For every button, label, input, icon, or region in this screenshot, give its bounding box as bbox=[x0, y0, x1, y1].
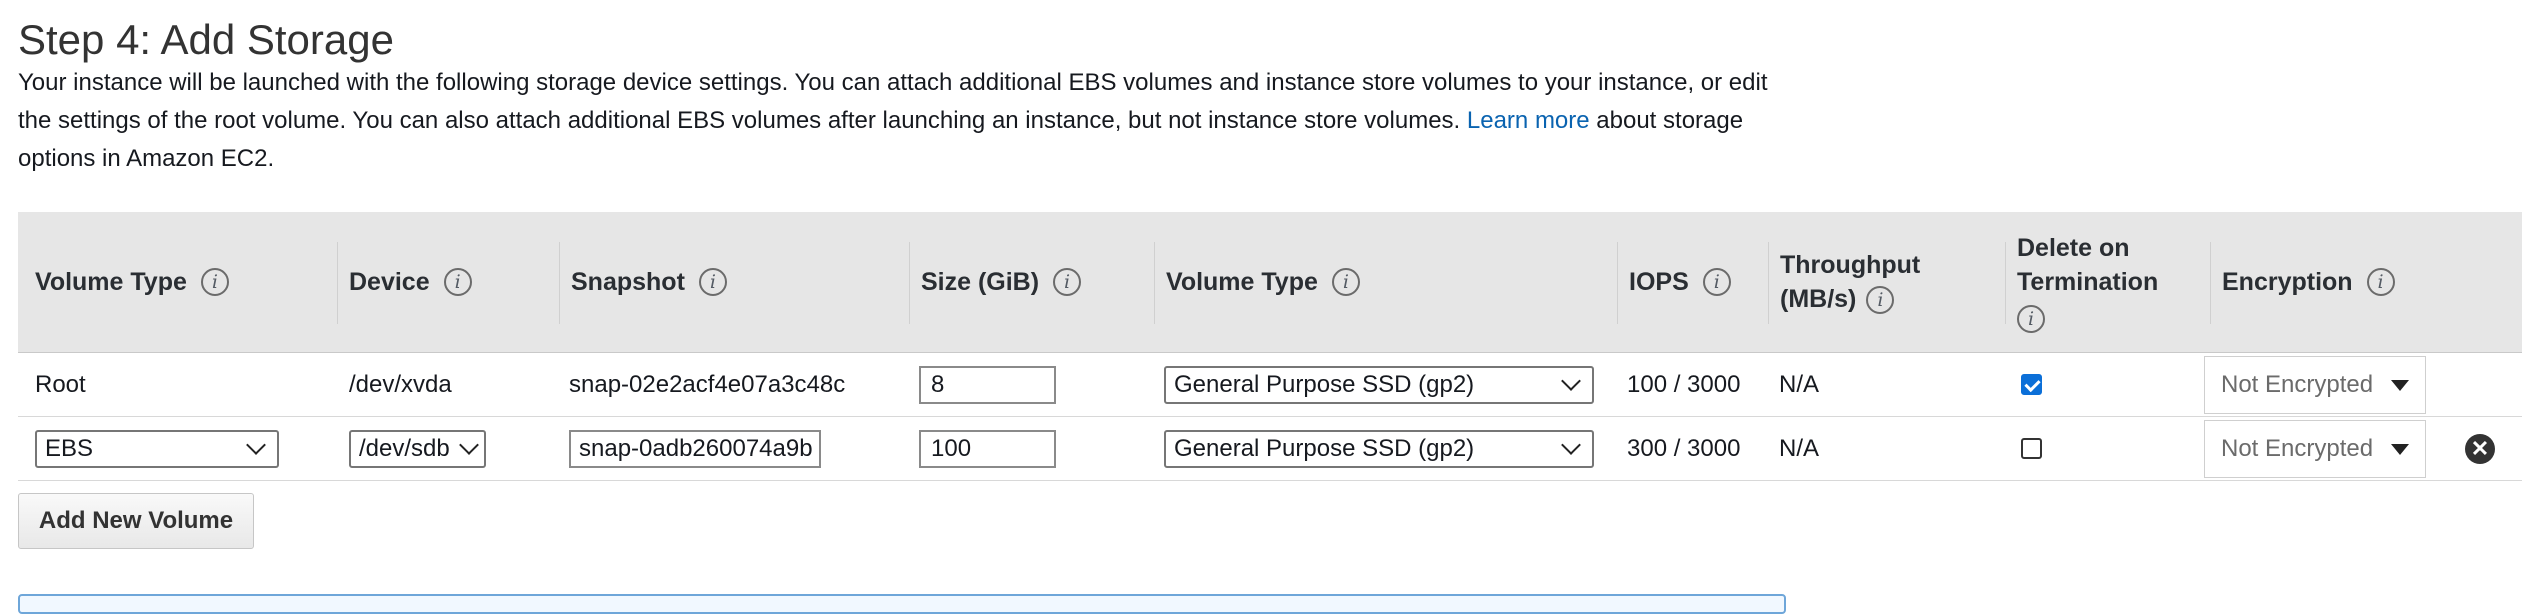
header-label: IOPS bbox=[1629, 268, 1689, 296]
chevron-down-icon bbox=[246, 434, 266, 455]
table-row: Root /dev/xvda snap-02e2acf4e07a3c48c 8 … bbox=[18, 353, 2522, 417]
page-description: Your instance will be launched with the … bbox=[18, 64, 1778, 178]
header-volume-type: Volume Type i bbox=[35, 212, 229, 352]
volume-type-text: Root bbox=[35, 370, 86, 398]
iops-text: 300 / 3000 bbox=[1627, 434, 1741, 462]
snapshot-text: snap-02e2acf4e07a3c48c bbox=[569, 370, 846, 398]
header-throughput: Throughput (MB/s) i bbox=[1768, 212, 1950, 352]
info-icon[interactable]: i bbox=[1053, 268, 1082, 296]
caret-down-icon bbox=[2391, 443, 2409, 455]
info-icon[interactable]: i bbox=[698, 268, 727, 296]
page-title: Step 4: Add Storage bbox=[18, 16, 394, 63]
header-iops: IOPS i bbox=[1617, 212, 1731, 352]
info-icon[interactable]: i bbox=[443, 268, 472, 296]
header-label: Encryption bbox=[2222, 268, 2353, 296]
select-value: EBS bbox=[45, 434, 94, 462]
table-header: Volume Type i Device i Snapshot i Size (… bbox=[18, 212, 2522, 353]
info-icon[interactable]: i bbox=[1331, 268, 1360, 296]
info-icon[interactable]: i bbox=[2017, 305, 2045, 334]
device-text: /dev/xvda bbox=[349, 370, 452, 398]
header-label: Snapshot bbox=[571, 268, 685, 296]
storage-table: Volume Type i Device i Snapshot i Size (… bbox=[18, 212, 2522, 481]
volume-type-select[interactable]: EBS bbox=[35, 429, 279, 468]
header-label-wrap: Throughput (MB/s) i bbox=[1780, 248, 1950, 316]
learn-more-link[interactable]: Learn more bbox=[1467, 107, 1590, 134]
iops-text: 100 / 3000 bbox=[1627, 370, 1741, 398]
header-delete-on-termination: Delete on Termination i bbox=[2005, 212, 2172, 352]
chevron-down-icon bbox=[1561, 434, 1581, 455]
encryption-select[interactable]: Not Encrypted bbox=[2204, 355, 2426, 414]
header-snapshot: Snapshot i bbox=[559, 212, 727, 352]
chevron-down-icon bbox=[1561, 370, 1581, 391]
encryption-select[interactable]: Not Encrypted bbox=[2204, 419, 2426, 478]
info-icon[interactable]: i bbox=[1866, 286, 1895, 315]
add-new-volume-button[interactable]: Add New Volume bbox=[18, 493, 254, 549]
chevron-down-icon bbox=[459, 434, 479, 455]
header-label: Size (GiB) bbox=[921, 268, 1040, 296]
encryption-value: Not Encrypted bbox=[2221, 434, 2373, 462]
info-icon[interactable]: i bbox=[200, 268, 229, 296]
header-label: Volume Type bbox=[35, 268, 187, 296]
device-select[interactable]: /dev/sdb bbox=[349, 429, 486, 468]
header-label: Throughput (MB/s) bbox=[1780, 251, 1921, 313]
ebs-volume-type-select[interactable]: General Purpose SSD (gp2) bbox=[1164, 429, 1594, 468]
close-circle-icon[interactable]: ✕ bbox=[2465, 433, 2495, 464]
header-size: Size (GiB) i bbox=[908, 212, 1082, 352]
throughput-text: N/A bbox=[1779, 434, 1820, 462]
throughput-text: N/A bbox=[1779, 370, 1820, 398]
size-input[interactable]: 100 bbox=[919, 429, 1056, 468]
header-encryption: Encryption i bbox=[2210, 212, 2395, 352]
encryption-value: Not Encrypted bbox=[2221, 370, 2373, 398]
header-label: Delete on Termination bbox=[2017, 233, 2159, 296]
header-label: Volume Type bbox=[1166, 268, 1318, 296]
ebs-volume-type-select[interactable]: General Purpose SSD (gp2) bbox=[1164, 365, 1594, 404]
select-value: General Purpose SSD (gp2) bbox=[1174, 434, 1475, 462]
table-row: EBS /dev/sdb snap-0adb260074a9b 100 Gene… bbox=[18, 417, 2522, 481]
header-device: Device i bbox=[337, 212, 472, 352]
header-ebs-volume-type: Volume Type i bbox=[1154, 212, 1360, 352]
caret-down-icon bbox=[2391, 379, 2409, 391]
snapshot-input[interactable]: snap-0adb260074a9b bbox=[569, 429, 821, 468]
info-box bbox=[18, 594, 1786, 614]
select-value: /dev/sdb bbox=[359, 434, 450, 462]
info-icon[interactable]: i bbox=[1702, 268, 1731, 296]
header-label: Device bbox=[349, 268, 430, 296]
delete-on-termination-checkbox[interactable] bbox=[2021, 438, 2042, 459]
info-icon[interactable]: i bbox=[2366, 268, 2395, 296]
select-value: General Purpose SSD (gp2) bbox=[1174, 370, 1475, 398]
delete-on-termination-checkbox[interactable] bbox=[2021, 374, 2042, 395]
size-input[interactable]: 8 bbox=[919, 365, 1056, 404]
header-label-wrap: Delete on Termination i bbox=[2017, 231, 2172, 334]
